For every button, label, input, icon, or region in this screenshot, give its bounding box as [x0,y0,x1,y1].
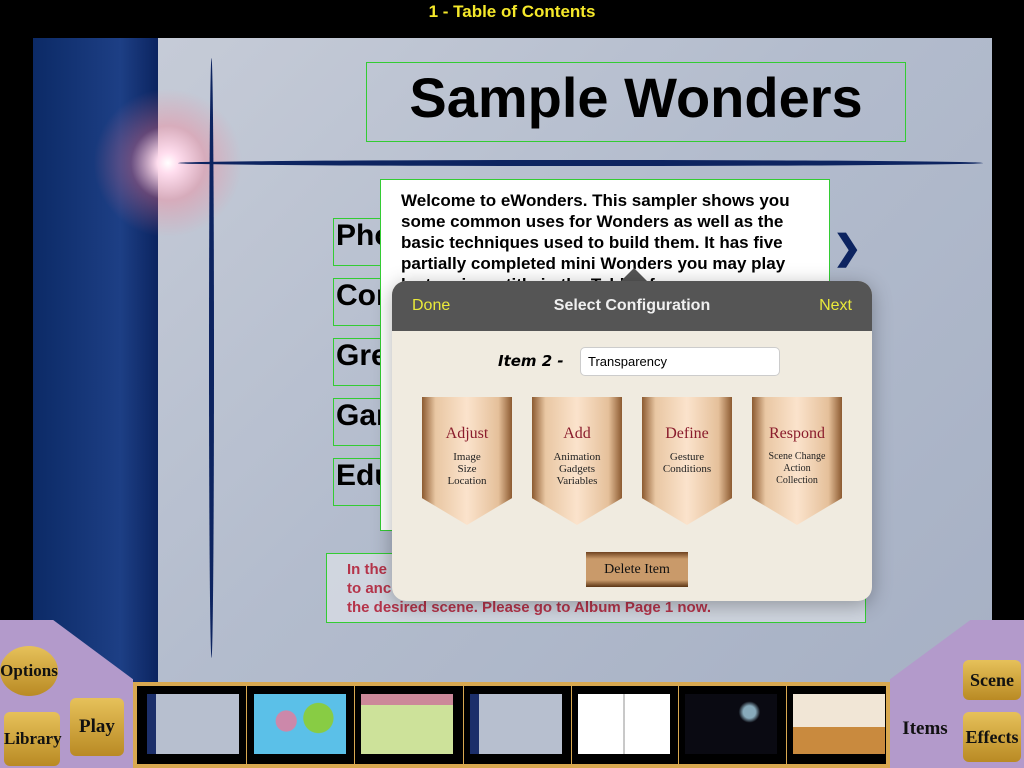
banner-line: Gadgets [558,463,596,475]
bottom-toolbar: Options Library Play Items Scene Effects [0,620,1024,768]
add-banner-button[interactable]: Add Animation Gadgets Variables [532,397,622,525]
popover-title: Select Configuration [553,297,711,314]
banner-line: Gesture [669,451,705,463]
thumb-separator [786,686,787,766]
effects-button[interactable]: Effects [963,712,1021,762]
banner-line: Location [447,475,487,487]
horizontal-divider [178,160,983,166]
thumb-separator [463,686,464,766]
scene-thumbnail[interactable] [685,694,777,754]
thumb-separator [354,686,355,766]
page-title: Sample Wonders [366,62,906,142]
banner-line: Animation [553,451,601,463]
item-name-input[interactable] [580,347,780,376]
banner-title: Define [665,425,709,442]
next-page-icon[interactable]: ❯ [833,228,862,268]
banner-line: Collection [776,475,818,486]
scene-thumbnail[interactable] [147,694,239,754]
popover-header: Done Select Configuration Next [392,281,872,331]
banner-title: Adjust [445,425,489,442]
banner-line: Action [783,463,811,474]
library-button[interactable]: Library [4,712,62,766]
item-label: Item 2 - [498,352,564,370]
banner-line: Size [457,463,477,475]
scene-thumbnail[interactable] [793,694,885,754]
items-button[interactable]: Items [900,704,950,754]
scene-thumbnail-strip[interactable] [133,682,890,768]
scene-thumbnail[interactable] [578,694,670,754]
thumb-separator [246,686,247,766]
scene-thumbnail[interactable] [470,694,562,754]
banner-title: Respond [769,425,825,442]
scene-button[interactable]: Scene [963,660,1021,700]
play-button[interactable]: Play [70,698,124,756]
banner-line: Scene Change [768,451,826,462]
next-button[interactable]: Next [819,297,852,315]
banner-line: Image [453,451,481,463]
vertical-divider [209,58,214,658]
thumb-separator [678,686,679,766]
respond-banner-button[interactable]: Respond Scene Change Action Collection [752,397,842,525]
scene-thumbnail[interactable] [361,694,453,754]
banner-line: Conditions [662,463,712,475]
options-button[interactable]: Options [0,646,58,696]
window-title: 1 - Table of Contents [428,2,596,21]
popover-arrow [620,268,648,282]
select-configuration-popover: Done Select Configuration Next Item 2 - … [392,281,872,601]
adjust-banner-button[interactable]: Adjust Image Size Location [422,397,512,525]
thumb-separator [571,686,572,766]
delete-item-button[interactable]: Delete Item [586,552,688,587]
scene-thumbnail[interactable] [254,694,346,754]
banner-line: Variables [556,475,598,487]
define-banner-button[interactable]: Define Gesture Conditions [642,397,732,525]
banner-title: Add [563,425,591,442]
